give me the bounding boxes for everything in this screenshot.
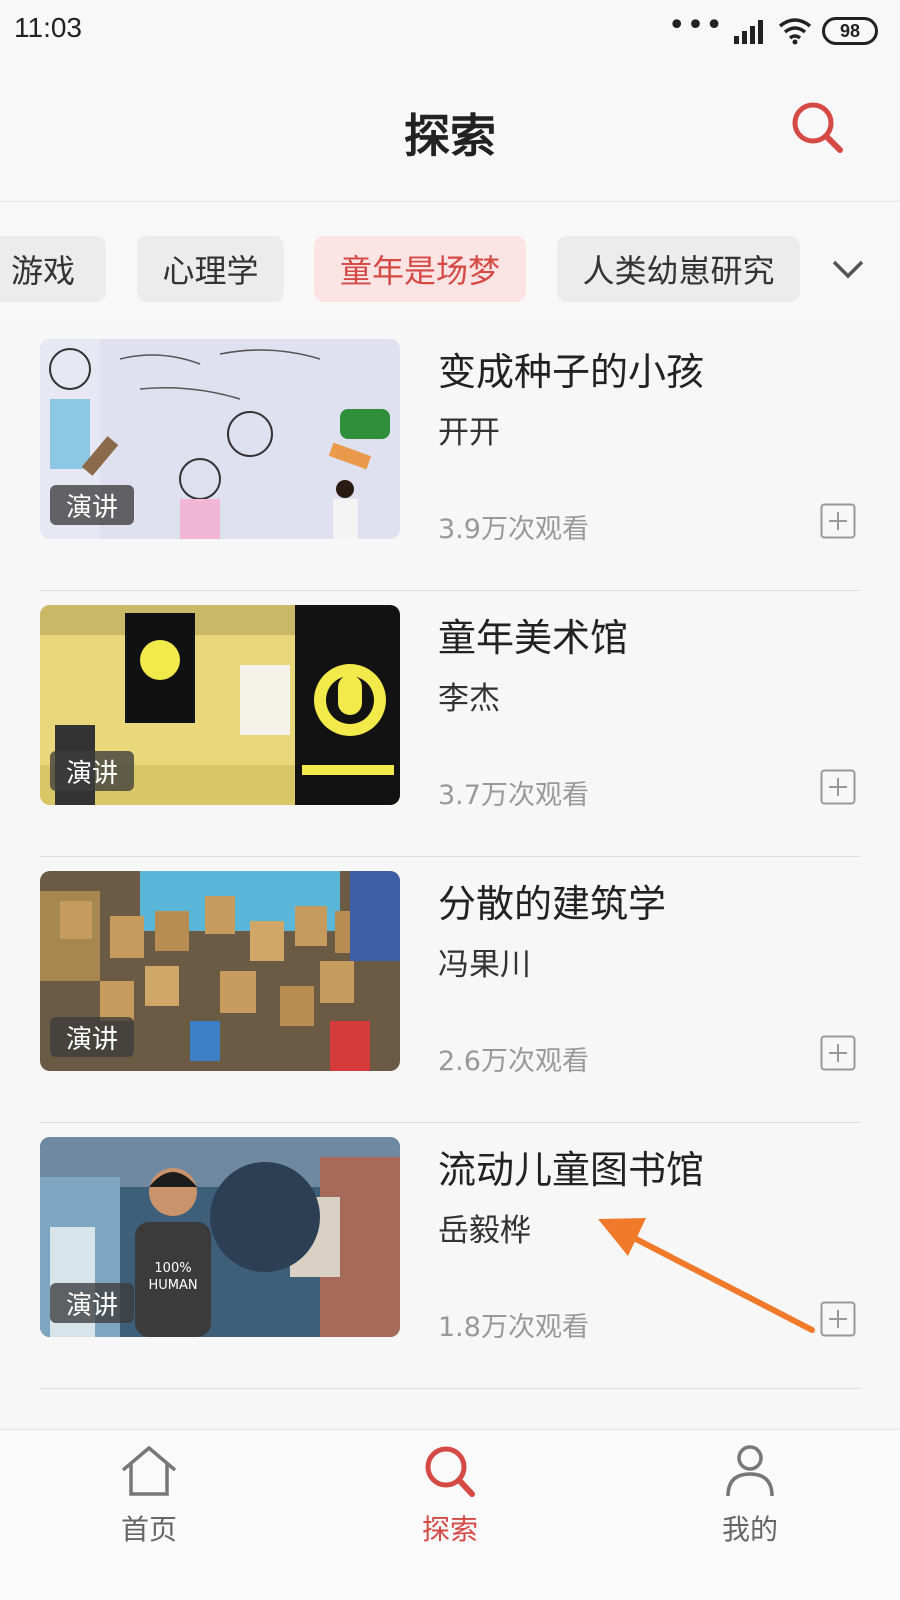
header: 探索: [0, 62, 900, 202]
tab-games[interactable]: 游戏: [0, 236, 106, 302]
battery-indicator: 98: [822, 17, 878, 45]
video-thumbnail[interactable]: 演讲: [40, 605, 400, 805]
status-icons: ••• 98: [667, 8, 878, 48]
nav-label-explore: 探索: [421, 1513, 478, 1546]
nav-label-home: 首页: [120, 1513, 177, 1546]
wifi-icon: [778, 18, 812, 45]
view-count: 3.9万次观看: [438, 514, 589, 545]
video-thumbnail[interactable]: 100% HUMAN 演讲: [40, 1137, 400, 1337]
chevron-down-icon[interactable]: [828, 249, 868, 289]
video-thumbnail[interactable]: 演讲: [40, 339, 400, 539]
profile-icon: [726, 1445, 774, 1497]
add-button[interactable]: [820, 1301, 856, 1337]
more-dots-icon: •••: [667, 8, 724, 43]
category-badge: 演讲: [50, 1283, 135, 1323]
video-title[interactable]: 流动儿童图书馆: [438, 1139, 704, 1194]
video-author: 岳毅桦: [438, 1213, 531, 1249]
view-count: 2.6万次观看: [438, 1046, 589, 1077]
svg-text:HUMAN: HUMAN: [148, 1278, 197, 1293]
nav-profile[interactable]: 我的: [650, 1444, 850, 1548]
category-badge: 演讲: [50, 751, 135, 791]
video-list: 演讲 变成种子的小孩 开开 3.9万次观看 演讲 童年美术馆 李杰 3.7万次观…: [0, 319, 900, 1429]
list-item[interactable]: 演讲 分散的建筑学 冯果川 2.6万次观看: [0, 851, 900, 1123]
video-author: 李杰: [438, 681, 500, 717]
nav-label-profile: 我的: [721, 1513, 778, 1546]
video-author: 冯果川: [438, 947, 531, 983]
tab-psychology[interactable]: 心理学: [137, 236, 284, 302]
signal-icon: [734, 20, 763, 44]
search-icon: [425, 1446, 475, 1497]
add-button[interactable]: [820, 1035, 856, 1071]
tab-childhood-dream[interactable]: 童年是场梦: [314, 236, 526, 302]
status-bar: 11:03 ••• 98: [0, 0, 900, 62]
search-icon[interactable]: [788, 98, 848, 158]
view-count: 3.7万次观看: [438, 780, 589, 811]
svg-text:100%: 100%: [154, 1261, 191, 1276]
category-tabs: 游戏 心理学 童年是场梦 人类幼崽研究: [0, 203, 900, 319]
status-time: 11:03: [14, 12, 82, 43]
list-item[interactable]: 演讲 童年美术馆 李杰 3.7万次观看: [0, 585, 900, 857]
page-title: 探索: [404, 109, 496, 163]
video-title[interactable]: 分散的建筑学: [438, 873, 666, 928]
category-badge: 演讲: [50, 485, 135, 525]
divider: [40, 1388, 860, 1389]
bottom-nav: 首页 探索 我的: [0, 1429, 900, 1600]
list-item[interactable]: 100% HUMAN 演讲 流动儿童图书馆 岳毅桦 1.8万次观看: [0, 1117, 900, 1389]
home-icon: [121, 1446, 177, 1496]
view-count: 1.8万次观看: [438, 1312, 589, 1343]
add-button[interactable]: [820, 503, 856, 539]
video-title[interactable]: 变成种子的小孩: [438, 341, 704, 396]
add-button[interactable]: [820, 769, 856, 805]
tab-human-cubs[interactable]: 人类幼崽研究: [557, 236, 800, 302]
video-author: 开开: [438, 415, 500, 451]
category-badge: 演讲: [50, 1017, 135, 1057]
video-thumbnail[interactable]: 演讲: [40, 871, 400, 1071]
nav-explore[interactable]: 探索: [350, 1444, 550, 1548]
video-title[interactable]: 童年美术馆: [438, 607, 628, 662]
nav-home[interactable]: 首页: [49, 1444, 249, 1548]
list-item[interactable]: 演讲 变成种子的小孩 开开 3.9万次观看: [0, 319, 900, 591]
